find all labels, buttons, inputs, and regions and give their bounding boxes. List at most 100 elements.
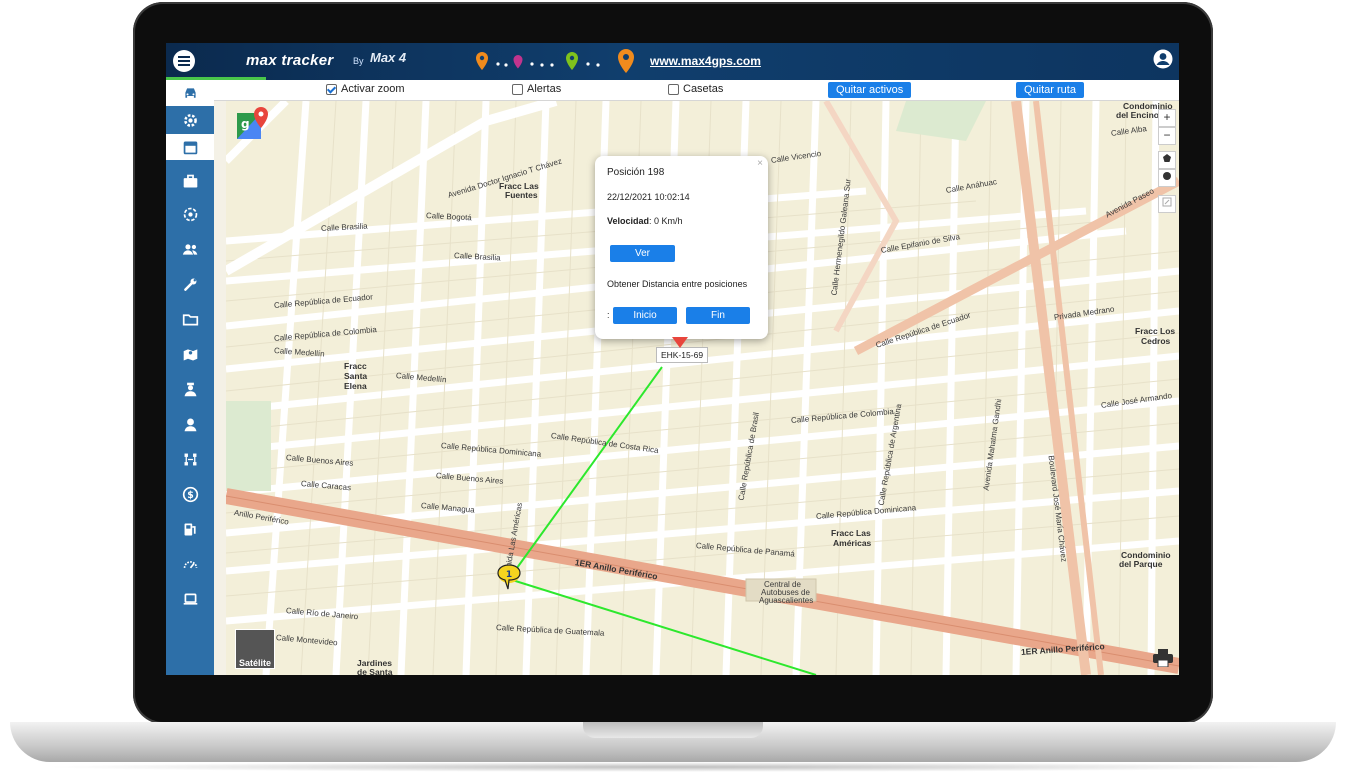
user-account-icon[interactable] <box>1153 49 1173 69</box>
car-icon <box>184 87 196 98</box>
driver-icon <box>184 382 196 396</box>
website-link[interactable]: www.max4gps.com <box>650 54 761 68</box>
circle-icon <box>1163 172 1171 180</box>
map-toolbar: Activar zoom Alertas Casetas Quitar acti… <box>214 80 1179 101</box>
app-screen: max tracker By Max 4 www.max4gps.com $ A… <box>166 43 1179 675</box>
polygon-icon <box>1163 154 1171 162</box>
route-pins-icon <box>476 49 634 73</box>
map-label: Fuentes <box>505 190 538 200</box>
laptop-notch <box>583 722 763 738</box>
draw-polygon-button[interactable] <box>1158 151 1176 169</box>
sidebar-item-vehicles[interactable] <box>166 80 214 106</box>
sidebar-item-network[interactable] <box>166 446 214 472</box>
map-label: Fracc <box>344 361 367 371</box>
satellite-toggle[interactable]: Satélite <box>235 629 275 669</box>
dollar-icon: $ <box>182 486 198 502</box>
inicio-button[interactable]: Inicio <box>613 307 677 324</box>
map-label: Américas <box>833 538 872 548</box>
briefcase-icon <box>183 174 197 187</box>
sidebar-item-finance[interactable]: $ <box>166 481 214 507</box>
sidebar-item-users[interactable] <box>166 236 214 262</box>
edit-shape-button[interactable] <box>1158 195 1176 213</box>
satellite-label: Satélite <box>238 658 271 668</box>
map-label: del Parque <box>1119 559 1163 569</box>
distance-colon: : <box>607 310 610 320</box>
svg-text:1: 1 <box>506 570 512 580</box>
checkbox-unchecked[interactable] <box>512 83 523 95</box>
map-label: del Encino <box>1116 110 1159 120</box>
draw-circle-button[interactable] <box>1158 169 1176 187</box>
speedometer-icon <box>183 560 197 568</box>
fin-button[interactable]: Fin <box>686 307 750 324</box>
gear-icon <box>183 113 197 127</box>
hamburger-icon <box>178 60 190 62</box>
sidebar: $ <box>166 80 214 675</box>
sidebar-item-drivers[interactable] <box>166 376 214 402</box>
svg-text:$: $ <box>187 489 194 500</box>
distance-text: Obtener Distancia entre posiciones <box>607 279 748 289</box>
map-label: Santa <box>344 371 368 381</box>
marker-pin-icon <box>672 337 688 348</box>
casetas-label: Casetas <box>683 83 724 95</box>
sidebar-item-target[interactable] <box>166 201 214 227</box>
folder-icon <box>182 313 198 325</box>
laptop-icon <box>183 593 197 605</box>
fuel-icon <box>184 523 196 535</box>
user-icon <box>184 418 196 431</box>
checkbox-unchecked[interactable] <box>668 83 679 95</box>
popup-velocity: Velocidad: 0 Km/h <box>607 216 683 226</box>
laptop-shadow <box>40 762 1306 772</box>
sidebar-item-briefcase[interactable] <box>166 168 214 194</box>
network-icon <box>184 453 196 465</box>
map-label: Cedros <box>1141 336 1171 346</box>
calendar-icon <box>183 141 197 154</box>
activar-zoom-checkbox[interactable]: Activar zoom <box>326 83 405 95</box>
edit-icon <box>1162 197 1172 207</box>
casetas-checkbox[interactable]: Casetas <box>668 83 723 95</box>
activar-zoom-label: Activar zoom <box>341 83 405 95</box>
wrench-icon <box>183 278 196 291</box>
map-label: Aguascalientes <box>759 596 814 605</box>
brand-logo: max tracker <box>246 52 334 69</box>
position-info-popup: × Posición 198 22/12/2021 10:02:14 Veloc… <box>595 156 768 339</box>
map-label: de Santa <box>357 667 393 675</box>
vehicle-marker-icon[interactable]: 1 <box>495 563 523 591</box>
alertas-checkbox[interactable]: Alertas <box>512 83 561 95</box>
sidebar-item-calendar[interactable] <box>166 134 214 160</box>
map-canvas[interactable]: Fracc Las Fuentes Fracc Santa Elena Frac… <box>226 101 1179 675</box>
map-label: Fracc Los <box>1135 326 1176 336</box>
map-label: Fracc Las <box>831 528 871 538</box>
svg-text:g: g <box>241 117 250 131</box>
brand-by: By <box>353 56 364 66</box>
zoom-out-button[interactable]: − <box>1158 127 1176 145</box>
sidebar-item-computer[interactable] <box>166 586 214 612</box>
popup-title: Posición 198 <box>607 167 665 178</box>
hamburger-menu-button[interactable] <box>173 50 195 72</box>
sidebar-item-tools[interactable] <box>166 271 214 297</box>
velocity-label: Velocidad <box>607 216 650 226</box>
users-icon <box>182 243 197 255</box>
alertas-label: Alertas <box>527 83 562 95</box>
vehicle-plate-label: EHK-15-69 <box>656 347 709 363</box>
ver-button[interactable]: Ver <box>610 245 675 262</box>
sidebar-item-folder[interactable] <box>166 306 214 332</box>
map-label: Elena <box>344 381 367 391</box>
quitar-ruta-button[interactable]: Quitar ruta <box>1016 82 1084 98</box>
map-pin-icon <box>183 348 197 360</box>
sidebar-item-speed[interactable] <box>166 551 214 577</box>
checkbox-checked[interactable] <box>326 83 337 95</box>
zoom-in-button[interactable]: + <box>1158 109 1176 127</box>
partner-logo: Max 4 <box>370 50 407 65</box>
print-icon[interactable] <box>1153 649 1173 667</box>
sidebar-item-fuel[interactable] <box>166 516 214 542</box>
quitar-activos-button[interactable]: Quitar activos <box>828 82 912 98</box>
popup-datetime: 22/12/2021 10:02:14 <box>607 192 690 202</box>
top-header: max tracker By Max 4 www.max4gps.com <box>166 43 1179 80</box>
sidebar-item-user[interactable] <box>166 411 214 437</box>
sidebar-item-map[interactable] <box>166 341 214 367</box>
sidebar-item-settings[interactable] <box>166 107 214 133</box>
google-maps-icon: g <box>237 107 268 139</box>
target-icon <box>183 207 197 221</box>
popup-close-button[interactable]: × <box>757 158 763 169</box>
velocity-value: : 0 Km/h <box>649 216 683 226</box>
